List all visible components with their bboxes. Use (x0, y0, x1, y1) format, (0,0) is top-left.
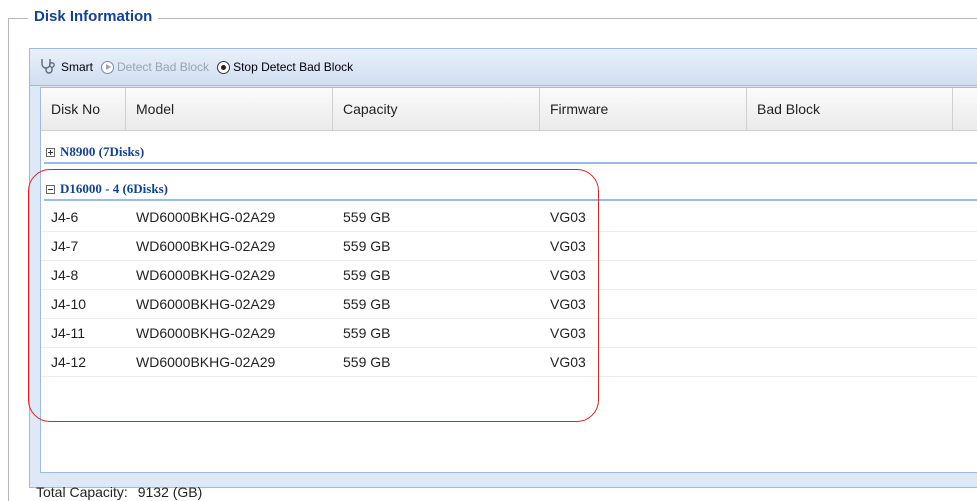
cell-model: WD6000BKHG-02A29 (136, 296, 276, 312)
stop-detect-bad-block-button[interactable]: Stop Detect Bad Block (217, 60, 353, 74)
cell-model: WD6000BKHG-02A29 (136, 354, 276, 370)
table-row[interactable]: J4-10 WD6000BKHG-02A29 559 GB VG03 (41, 290, 977, 319)
total-capacity-label: Total Capacity: (36, 484, 128, 500)
cell-capacity: 559 GB (343, 267, 391, 283)
cell-capacity: 559 GB (343, 209, 391, 225)
table-row[interactable]: J4-11 WD6000BKHG-02A29 559 GB VG03 (41, 319, 977, 348)
detect-bad-block-label: Detect Bad Block (117, 60, 210, 74)
cell-model: WD6000BKHG-02A29 (136, 267, 276, 283)
stop-detect-bad-block-label: Stop Detect Bad Block (233, 60, 354, 74)
table-row[interactable]: J4-8 WD6000BKHG-02A29 559 GB VG03 (41, 261, 977, 290)
table-row[interactable]: J4-6 WD6000BKHG-02A29 559 GB VG03 (41, 203, 977, 232)
toolbar: Smart Detect Bad Block Stop Detect Bad B… (30, 49, 977, 86)
group-row-n8900[interactable]: N8900 (7Disks) (41, 140, 977, 164)
cell-model: WD6000BKHG-02A29 (136, 325, 276, 341)
disk-panel: Smart Detect Bad Block Stop Detect Bad B… (29, 48, 977, 488)
cell-capacity: 559 GB (343, 296, 391, 312)
stop-circle-icon (217, 60, 231, 74)
cell-disk-no: J4-6 (51, 209, 79, 225)
column-header-model[interactable]: Model (126, 88, 333, 131)
expand-icon[interactable] (46, 147, 55, 157)
cell-model: WD6000BKHG-02A29 (136, 238, 276, 254)
disk-grid: Disk No Model Capacity Firmware Bad Bloc… (40, 87, 977, 473)
cell-capacity: 559 GB (343, 354, 391, 370)
table-row[interactable]: J4-12 WD6000BKHG-02A29 559 GB VG03 (41, 348, 977, 377)
stethoscope-icon (39, 58, 58, 77)
table-row[interactable]: J4-7 WD6000BKHG-02A29 559 GB VG03 (41, 232, 977, 261)
group-divider (44, 199, 977, 201)
group-row-d16000[interactable]: D16000 - 4 (6Disks) (41, 177, 977, 201)
smart-button[interactable]: Smart (39, 58, 93, 77)
cell-firmware: VG03 (550, 209, 586, 225)
cell-model: WD6000BKHG-02A29 (136, 209, 276, 225)
detect-bad-block-button[interactable]: Detect Bad Block (101, 60, 209, 74)
cell-capacity: 559 GB (343, 325, 391, 341)
cell-disk-no: J4-7 (51, 238, 79, 254)
group-label: N8900 (7Disks) (60, 144, 145, 159)
column-header-bad-block[interactable]: Bad Block (747, 88, 953, 131)
total-capacity-value: 9132 (GB) (137, 484, 203, 500)
cell-disk-no: J4-11 (51, 325, 85, 341)
play-circle-icon (101, 60, 115, 74)
cell-firmware: VG03 (550, 354, 586, 370)
cell-disk-no: J4-12 (51, 354, 87, 370)
cell-firmware: VG03 (550, 267, 586, 283)
cell-capacity: 559 GB (343, 238, 391, 254)
grid-header: Disk No Model Capacity Firmware Bad Bloc… (41, 88, 977, 131)
column-header-firmware[interactable]: Firmware (540, 88, 747, 131)
group-divider (44, 162, 977, 164)
column-header-disk-no[interactable]: Disk No (41, 88, 126, 131)
cell-firmware: VG03 (550, 238, 586, 254)
cell-disk-no: J4-10 (51, 296, 87, 312)
collapse-icon[interactable] (46, 184, 55, 194)
cell-disk-no: J4-8 (51, 267, 79, 283)
cell-firmware: VG03 (550, 325, 586, 341)
total-capacity: Total Capacity: 9132 (GB) (36, 484, 202, 500)
group-label: D16000 - 4 (6Disks) (60, 181, 168, 196)
smart-button-label: Smart (61, 60, 94, 74)
cell-firmware: VG03 (550, 296, 586, 312)
column-header-capacity[interactable]: Capacity (333, 88, 540, 131)
fieldset-title: Disk Information (28, 8, 159, 25)
